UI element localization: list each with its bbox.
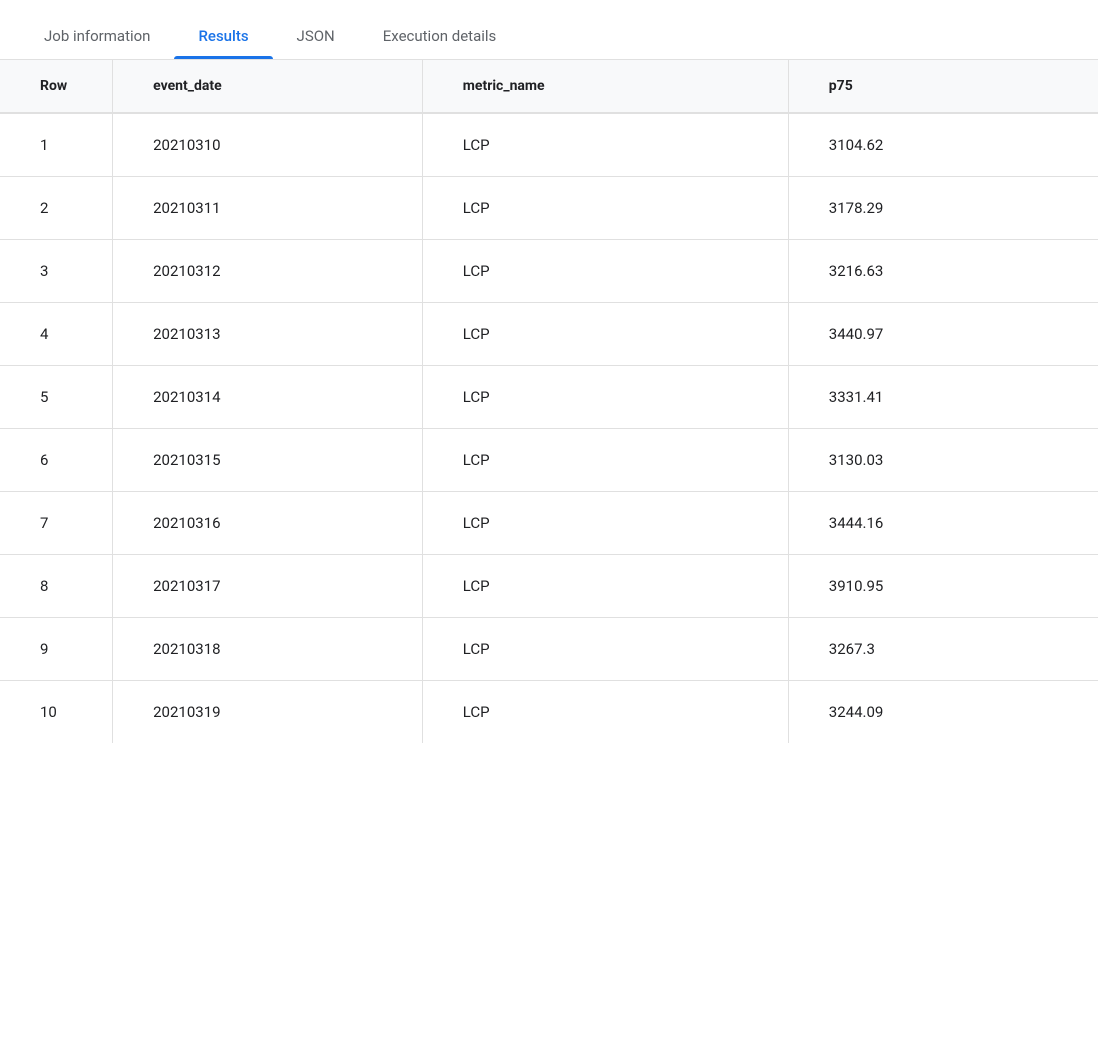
cell-event_date: 20210314 (113, 366, 423, 429)
cell-p75: 3331.41 (788, 366, 1098, 429)
cell-p75: 3267.3 (788, 618, 1098, 681)
page-container: Job informationResultsJSONExecution deta… (0, 0, 1098, 1058)
cell-metric_name: LCP (422, 555, 788, 618)
col-header-metric-name: metric_name (422, 60, 788, 113)
cell-p75: 3216.63 (788, 240, 1098, 303)
cell-event_date: 20210310 (113, 113, 423, 177)
col-header-event-date: event_date (113, 60, 423, 113)
cell-metric_name: LCP (422, 240, 788, 303)
tab-bar: Job informationResultsJSONExecution deta… (0, 0, 1098, 60)
cell-row: 7 (0, 492, 113, 555)
cell-metric_name: LCP (422, 492, 788, 555)
cell-p75: 3104.62 (788, 113, 1098, 177)
cell-event_date: 20210318 (113, 618, 423, 681)
cell-row: 4 (0, 303, 113, 366)
cell-row: 6 (0, 429, 113, 492)
cell-metric_name: LCP (422, 113, 788, 177)
cell-p75: 3178.29 (788, 177, 1098, 240)
results-table-container: Row event_date metric_name p75 120210310… (0, 60, 1098, 743)
cell-event_date: 20210317 (113, 555, 423, 618)
col-header-p75: p75 (788, 60, 1098, 113)
table-row: 720210316LCP3444.16 (0, 492, 1098, 555)
tab-execution-details[interactable]: Execution details (359, 27, 521, 59)
cell-row: 2 (0, 177, 113, 240)
cell-event_date: 20210312 (113, 240, 423, 303)
table-header: Row event_date metric_name p75 (0, 60, 1098, 113)
table-row: 1020210319LCP3244.09 (0, 681, 1098, 744)
cell-event_date: 20210319 (113, 681, 423, 744)
cell-metric_name: LCP (422, 366, 788, 429)
cell-p75: 3444.16 (788, 492, 1098, 555)
cell-p75: 3910.95 (788, 555, 1098, 618)
table-row: 520210314LCP3331.41 (0, 366, 1098, 429)
cell-event_date: 20210315 (113, 429, 423, 492)
table-row: 820210317LCP3910.95 (0, 555, 1098, 618)
cell-event_date: 20210311 (113, 177, 423, 240)
cell-p75: 3244.09 (788, 681, 1098, 744)
cell-metric_name: LCP (422, 303, 788, 366)
cell-row: 5 (0, 366, 113, 429)
cell-row: 8 (0, 555, 113, 618)
cell-event_date: 20210313 (113, 303, 423, 366)
cell-row: 1 (0, 113, 113, 177)
col-header-row: Row (0, 60, 113, 113)
cell-event_date: 20210316 (113, 492, 423, 555)
cell-row: 3 (0, 240, 113, 303)
tab-job-information[interactable]: Job information (20, 27, 174, 59)
table-row: 620210315LCP3130.03 (0, 429, 1098, 492)
cell-row: 10 (0, 681, 113, 744)
table-row: 120210310LCP3104.62 (0, 113, 1098, 177)
cell-metric_name: LCP (422, 618, 788, 681)
table-row: 920210318LCP3267.3 (0, 618, 1098, 681)
cell-row: 9 (0, 618, 113, 681)
table-row: 420210313LCP3440.97 (0, 303, 1098, 366)
tab-json[interactable]: JSON (273, 27, 359, 59)
cell-metric_name: LCP (422, 177, 788, 240)
cell-p75: 3130.03 (788, 429, 1098, 492)
table-row: 320210312LCP3216.63 (0, 240, 1098, 303)
tab-results[interactable]: Results (174, 27, 272, 59)
cell-metric_name: LCP (422, 429, 788, 492)
table-body: 120210310LCP3104.62220210311LCP3178.2932… (0, 113, 1098, 743)
results-table: Row event_date metric_name p75 120210310… (0, 60, 1098, 743)
cell-p75: 3440.97 (788, 303, 1098, 366)
cell-metric_name: LCP (422, 681, 788, 744)
table-row: 220210311LCP3178.29 (0, 177, 1098, 240)
